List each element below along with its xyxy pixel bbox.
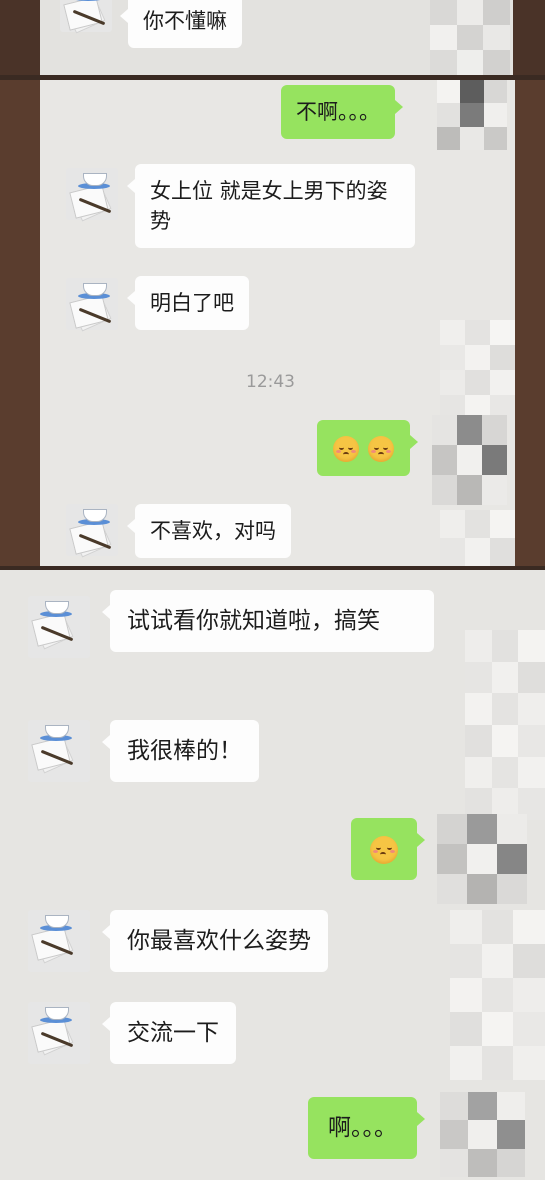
contact-avatar-icon[interactable]: [28, 596, 90, 658]
message-timestamp: 12:43: [246, 372, 295, 392]
pixelated-avatar-icon: [465, 630, 545, 820]
screenshot-panel-1: 你不懂嘛: [0, 0, 545, 75]
incoming-message[interactable]: 交流一下: [102, 1002, 236, 1064]
message-text: 不啊。。。: [296, 100, 380, 124]
contact-avatar-icon[interactable]: [66, 504, 118, 558]
screenshot-panel-3: 试试看你就知道啦，搞笑 我很棒的！ 你最喜欢什么姿势 交流一下 啊。。。: [0, 570, 545, 1180]
pixelated-avatar-icon: [440, 510, 515, 566]
chat-screen: 不啊。。。 女上位 就是女上男下的姿势 明白了吧 12:43 不喜欢，对吗: [40, 80, 515, 566]
incoming-message[interactable]: 不喜欢，对吗: [127, 504, 291, 558]
contact-avatar-icon[interactable]: [66, 168, 118, 222]
incoming-message[interactable]: 明白了吧: [127, 276, 249, 330]
pixelated-avatar-icon[interactable]: [430, 0, 510, 75]
message-text: 女上位 就是女上男下的姿势: [150, 179, 388, 233]
outgoing-message[interactable]: 啊。。。: [308, 1097, 425, 1159]
message-text: 交流一下: [127, 1020, 219, 1046]
incoming-message[interactable]: 试试看你就知道啦，搞笑: [102, 590, 434, 652]
pixelated-avatar-icon[interactable]: [437, 80, 507, 150]
blushing-smile-emoji-icon: [333, 436, 360, 462]
message-text: 试试看你就知道啦，搞笑: [127, 608, 380, 634]
incoming-message[interactable]: 你最喜欢什么姿势: [102, 910, 328, 972]
blushing-smile-emoji-icon: [368, 436, 394, 462]
chat-screen: 试试看你就知道啦，搞笑 我很棒的！ 你最喜欢什么姿势 交流一下 啊。。。: [0, 570, 545, 1180]
message-text: 你最喜欢什么姿势: [127, 928, 311, 954]
incoming-message[interactable]: 我很棒的！: [102, 720, 259, 782]
screenshot-panel-2: 不啊。。。 女上位 就是女上男下的姿势 明白了吧 12:43 不喜欢，对吗: [0, 80, 545, 566]
contact-avatar-icon[interactable]: [28, 1002, 90, 1064]
outgoing-message[interactable]: 不啊。。。: [281, 85, 403, 139]
contact-avatar-icon[interactable]: [60, 0, 112, 34]
message-text: 不喜欢，对吗: [150, 519, 276, 543]
pixelated-avatar-icon[interactable]: [440, 1092, 525, 1177]
pixelated-avatar-icon[interactable]: [432, 415, 507, 505]
message-text: 你不懂嘛: [143, 9, 227, 33]
pixelated-avatar-icon: [440, 320, 515, 420]
contact-avatar-icon[interactable]: [28, 910, 90, 972]
pixelated-avatar-icon[interactable]: [437, 814, 527, 904]
message-text: 我很棒的！: [127, 738, 242, 764]
contact-avatar-icon[interactable]: [66, 278, 118, 332]
pixelated-avatar-icon: [450, 910, 545, 1080]
contact-avatar-icon[interactable]: [28, 720, 90, 782]
message-text: 啊。。。: [328, 1115, 397, 1141]
chat-screen: 你不懂嘛: [40, 0, 513, 75]
blushing-smile-emoji-icon: [370, 836, 398, 864]
message-text: 明白了吧: [150, 291, 234, 315]
incoming-message[interactable]: 女上位 就是女上男下的姿势: [127, 164, 415, 248]
incoming-message[interactable]: 你不懂嘛: [120, 0, 242, 48]
outgoing-emoji-message[interactable]: [317, 420, 418, 476]
outgoing-emoji-message[interactable]: [351, 818, 425, 880]
